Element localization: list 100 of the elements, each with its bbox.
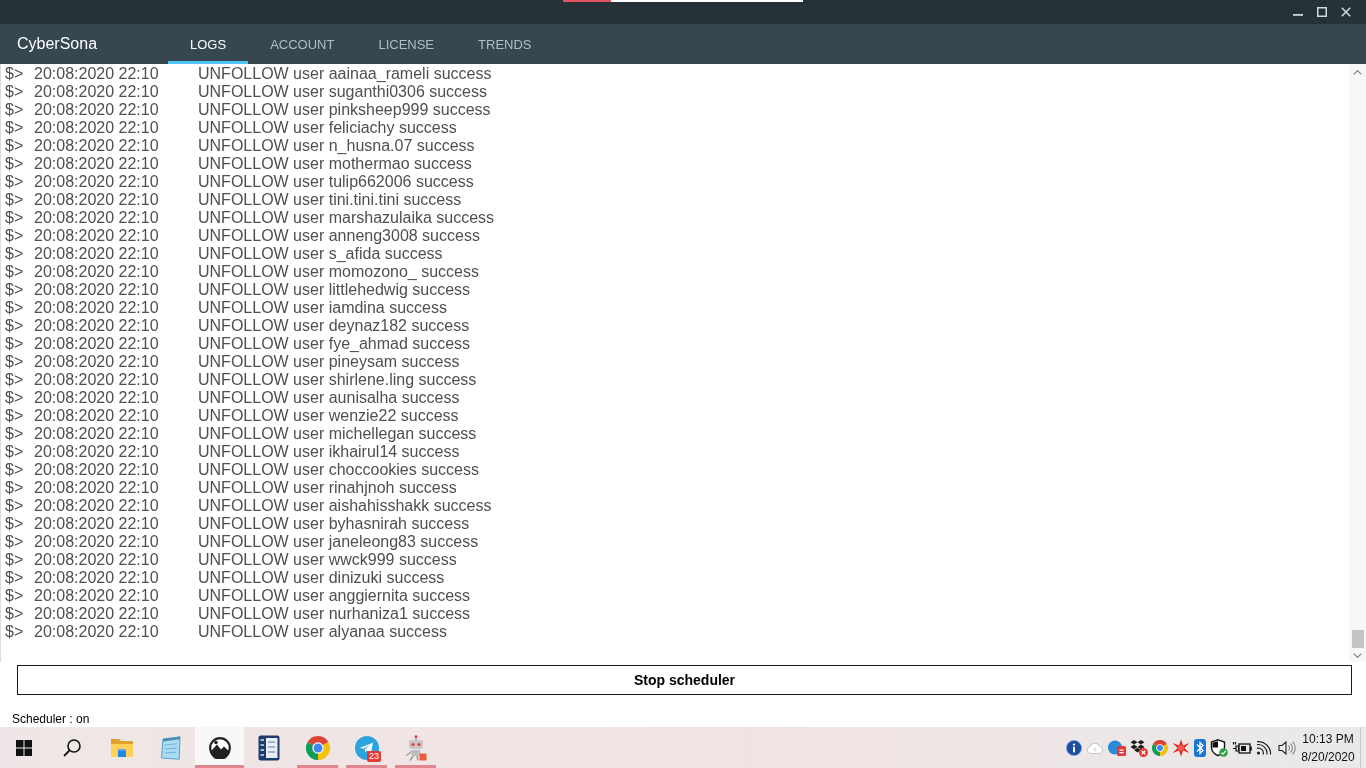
log-message: UNFOLLOW user marshazulaika success — [198, 209, 495, 227]
taskbar-app-button[interactable] — [195, 727, 244, 768]
scrollbar[interactable] — [1349, 64, 1366, 662]
log-prompt: $> — [5, 425, 24, 443]
log-prompt: $> — [5, 191, 24, 209]
log-timestamp: 20:08:2020 22:10 — [34, 299, 159, 317]
maximize-icon — [1317, 7, 1327, 17]
tab[interactable]: TRENDS — [456, 24, 554, 64]
log-prompt: $> — [5, 623, 24, 641]
log-message: UNFOLLOW user aunisalha success — [198, 389, 460, 407]
log-message: UNFOLLOW user suganthi0306 success — [198, 83, 487, 101]
clock-time: 10:13 PM — [1302, 730, 1354, 748]
log-prompt: $> — [5, 227, 24, 245]
log-prompt: $> — [5, 443, 24, 461]
log-message: UNFOLLOW user janeleong83 success — [198, 533, 479, 551]
log-prompt: $> — [5, 353, 24, 371]
log-message: UNFOLLOW user aainaa_rameli success — [198, 65, 492, 83]
log-prompt: $> — [5, 119, 24, 137]
log-timestamp: 20:08:2020 22:10 — [34, 461, 159, 479]
chevron-up-icon[interactable] — [1353, 70, 1362, 75]
log-timestamp: 20:08:2020 22:10 — [34, 209, 159, 227]
notepad-icon — [159, 735, 182, 760]
log-prompt: $> — [5, 533, 24, 551]
minimize-icon — [1293, 14, 1303, 16]
log-prompt: $> — [5, 245, 24, 263]
volume-icon[interactable] — [1278, 740, 1296, 755]
log-message: UNFOLLOW user n_husna.07 success — [198, 137, 475, 155]
tab[interactable]: LICENSE — [356, 24, 457, 64]
battery-charging-icon[interactable] — [1232, 740, 1252, 755]
log-timestamp: 20:08:2020 22:10 — [34, 83, 159, 101]
taskbar-app-button[interactable]: 23 — [342, 727, 391, 768]
log-timestamp: 20:08:2020 22:10 — [34, 443, 159, 461]
log-timestamp: 20:08:2020 22:10 — [34, 605, 159, 623]
log-prompt: $> — [5, 407, 24, 425]
panel-icon — [257, 734, 280, 761]
chevron-down-icon[interactable] — [1353, 653, 1362, 658]
log-prompt: $> — [5, 317, 24, 335]
log-message: UNFOLLOW user wenzie22 success — [198, 407, 459, 425]
log-timestamp: 20:08:2020 22:10 — [34, 587, 159, 605]
log-timestamp: 20:08:2020 22:10 — [34, 569, 159, 587]
log-prompt: $> — [5, 101, 24, 119]
log-message: UNFOLLOW user wwck999 success — [198, 551, 457, 569]
log-timestamp: 20:08:2020 22:10 — [34, 317, 159, 335]
log-message: UNFOLLOW user tulip662006 success — [198, 173, 474, 191]
log-timestamp: 20:08:2020 22:10 — [34, 65, 159, 83]
log-timestamp: 20:08:2020 22:10 — [34, 137, 159, 155]
log-prompt: $> — [5, 389, 24, 407]
wifi-icon[interactable] — [1256, 740, 1274, 755]
log-message: UNFOLLOW user alyanaa success — [198, 623, 447, 641]
log-prompt: $> — [5, 65, 24, 83]
log-timestamp: 20:08:2020 22:10 — [34, 335, 159, 353]
log-message: UNFOLLOW user aishahisshakk success — [198, 497, 492, 515]
log-timestamp: 20:08:2020 22:10 — [34, 191, 159, 209]
log-prompt: $> — [5, 83, 24, 101]
bluetooth-icon[interactable] — [1194, 738, 1206, 757]
log-message: UNFOLLOW user rinahjnoh success — [198, 479, 457, 497]
scheduler-status: Scheduler : on — [12, 712, 90, 726]
log-message: UNFOLLOW user littlehedwig success — [198, 281, 471, 299]
log-prompt: $> — [5, 569, 24, 587]
log-message: UNFOLLOW user shirlene.ling success — [198, 371, 477, 389]
log-timestamp: 20:08:2020 22:10 — [34, 263, 159, 281]
log-prompt: $> — [5, 137, 24, 155]
log-prompt: $> — [5, 371, 24, 389]
log-message: UNFOLLOW user s_afida success — [198, 245, 443, 263]
search-icon — [63, 738, 81, 757]
scheduler-button[interactable]: Stop scheduler — [17, 665, 1352, 695]
log-timestamp: 20:08:2020 22:10 — [34, 173, 159, 191]
tab[interactable]: ACCOUNT — [248, 24, 357, 64]
clock-date: 8/20/2020 — [1301, 748, 1355, 766]
log-prompt: $> — [5, 155, 24, 173]
log-timestamp: 20:08:2020 22:10 — [34, 407, 159, 425]
log-prompt: $> — [5, 461, 24, 479]
log-timestamp: 20:08:2020 22:10 — [34, 227, 159, 245]
app-tile-icon[interactable] — [1108, 739, 1126, 756]
chrome-icon[interactable] — [1152, 739, 1168, 756]
log-message: UNFOLLOW user fye_ahmad success — [198, 335, 471, 353]
log-timestamp: 20:08:2020 22:10 — [34, 551, 159, 569]
box-error-icon[interactable] — [1130, 738, 1148, 757]
shield-check-icon[interactable] — [1210, 738, 1228, 757]
log-timestamp: 20:08:2020 22:10 — [34, 155, 159, 173]
log-message: UNFOLLOW user anneng3008 success — [198, 227, 480, 245]
log-message: UNFOLLOW user byhasnirah success — [198, 515, 470, 533]
log-prompt: $> — [5, 281, 24, 299]
log-message: UNFOLLOW user ikhairul14 success — [198, 443, 460, 461]
tab[interactable]: LOGS — [168, 24, 249, 64]
paper-plane-icon — [354, 735, 379, 760]
log-message: UNFOLLOW user nurhaniza1 success — [198, 605, 471, 623]
log-prompt: $> — [5, 515, 24, 533]
log-message: UNFOLLOW user michellegan success — [198, 425, 477, 443]
scrollbar-thumb[interactable] — [1351, 630, 1364, 648]
log-prompt: $> — [5, 587, 24, 605]
log-prompt: $> — [5, 173, 24, 191]
log-prompt: $> — [5, 605, 24, 623]
star-icon[interactable] — [1172, 738, 1190, 757]
log-message: UNFOLLOW user deynaz182 success — [198, 317, 470, 335]
log-timestamp: 20:08:2020 22:10 — [34, 371, 159, 389]
log-prompt: $> — [5, 263, 24, 281]
info-icon[interactable] — [1066, 739, 1082, 756]
log-timestamp: 20:08:2020 22:10 — [34, 245, 159, 263]
log-timestamp: 20:08:2020 22:10 — [34, 389, 159, 407]
